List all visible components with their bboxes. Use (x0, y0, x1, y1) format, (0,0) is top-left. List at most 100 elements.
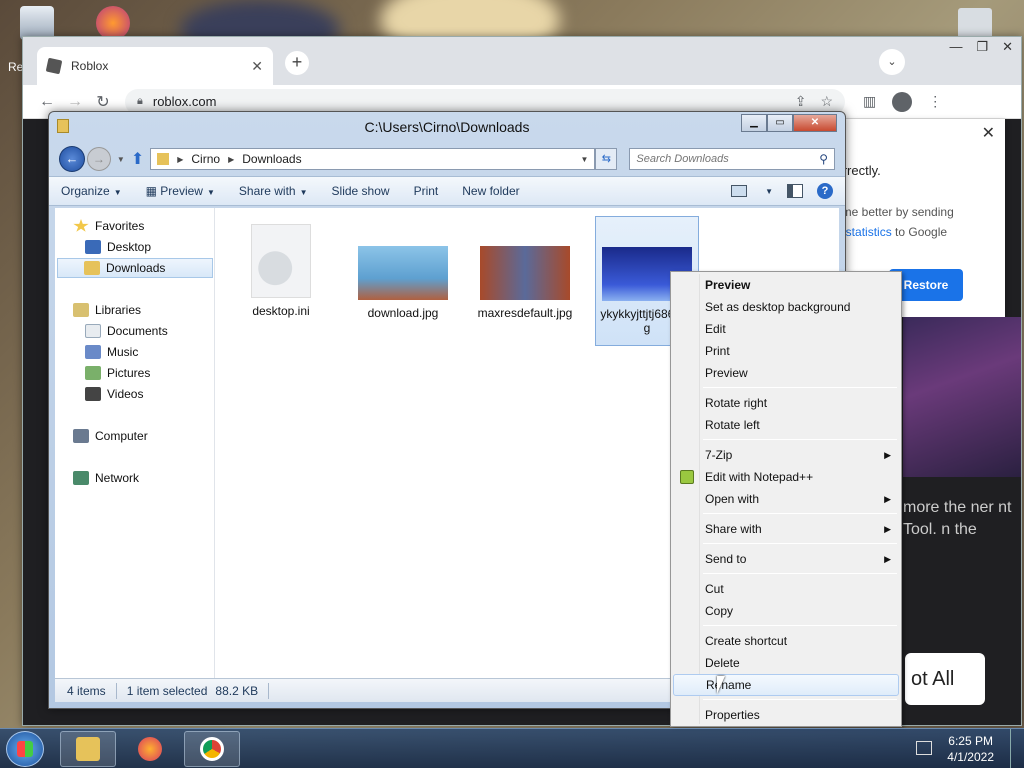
menu-item-preview-default[interactable]: Preview (673, 274, 899, 296)
context-menu: Preview Set as desktop background Edit P… (670, 271, 902, 727)
up-arrow-icon[interactable]: ⬆ (131, 149, 144, 169)
menu-item-create-shortcut[interactable]: Create shortcut (673, 630, 899, 652)
back-arrow-icon[interactable]: ← (33, 93, 61, 111)
file-item[interactable]: download.jpg (351, 216, 455, 320)
back-button[interactable]: ← (59, 146, 85, 172)
preview-pane-icon[interactable] (787, 184, 803, 198)
dialog-close-icon[interactable]: ✕ (982, 123, 995, 143)
lock-icon: 🔒︎ (137, 95, 143, 107)
caret-down-icon: ▼ (113, 188, 122, 197)
nav-label: Documents (107, 324, 168, 338)
taskbar-firefox[interactable] (122, 731, 178, 767)
chevron-right-icon[interactable]: ▶ (228, 155, 234, 164)
share-icon[interactable]: ⇪ (795, 93, 807, 110)
close-button[interactable]: ✕ (1002, 39, 1013, 55)
selected-size: 88.2 KB (215, 683, 259, 698)
search-field[interactable]: ⚲ (629, 148, 835, 170)
menu-item-rename[interactable]: Rename (673, 674, 899, 696)
menu-item-print[interactable]: Print (673, 340, 899, 362)
menu-item-set-background[interactable]: Set as desktop background (673, 296, 899, 318)
profile-avatar-icon[interactable] (892, 91, 913, 112)
preview-button[interactable]: ▦ Preview ▼ (146, 184, 215, 198)
nav-computer[interactable]: Computer (73, 426, 148, 446)
more-menu-icon[interactable]: ⋮ (928, 93, 942, 110)
clock[interactable]: 6:25 PM 4/1/2022 (947, 733, 994, 765)
menu-item-send-to[interactable]: Send to ▶ (673, 548, 899, 570)
submenu-arrow-icon: ▶ (884, 524, 891, 534)
view-dropdown-icon[interactable]: ▼ (765, 187, 773, 196)
nav-music[interactable]: Music (85, 342, 138, 362)
nav-desktop[interactable]: Desktop (85, 237, 151, 257)
explorer-maximize-button[interactable]: ▭ (767, 114, 793, 132)
menu-label: Open with (705, 492, 760, 506)
menu-item-preview[interactable]: Preview (673, 362, 899, 384)
network-tray-icon[interactable] (916, 741, 932, 755)
breadcrumb-folder-icon (157, 153, 170, 165)
nav-pictures[interactable]: Pictures (85, 363, 150, 383)
history-dropdown-icon[interactable]: ▼ (117, 155, 125, 164)
start-button[interactable] (6, 731, 44, 767)
folder-icon (57, 119, 69, 133)
explorer-close-button[interactable]: ✕ (793, 114, 837, 132)
image-thumbnail (358, 246, 448, 300)
breadcrumb-downloads[interactable]: Downloads (242, 152, 301, 166)
menu-item-properties[interactable]: Properties (673, 704, 899, 726)
taskbar-chrome[interactable] (184, 731, 240, 767)
tab-close-icon[interactable]: ✕ (251, 58, 263, 75)
maximize-button[interactable]: ❐ (976, 39, 988, 55)
side-panel-icon[interactable]: ▥ (863, 93, 876, 110)
search-input[interactable] (636, 153, 820, 165)
minimize-button[interactable]: — (949, 39, 962, 55)
notepadpp-icon (680, 470, 694, 484)
organize-button[interactable]: Organize ▼ (61, 184, 122, 198)
menu-item-edit[interactable]: Edit (673, 318, 899, 340)
address-dropdown-icon[interactable]: ▼ (580, 155, 588, 164)
nav-network[interactable]: Network (73, 468, 139, 488)
dialog-text-3: ge statistics to Google (829, 225, 947, 239)
bookmark-star-icon[interactable]: ☆ (820, 93, 833, 110)
print-button[interactable]: Print (414, 184, 439, 198)
slide-show-button[interactable]: Slide show (332, 184, 390, 198)
nav-videos[interactable]: Videos (85, 384, 143, 404)
explorer-title: C:\Users\Cirno\Downloads (364, 119, 530, 135)
forward-arrow-icon[interactable]: → (61, 93, 89, 111)
tab-search-button[interactable]: ⌄ (879, 49, 905, 75)
nav-label: Downloads (106, 261, 166, 275)
menu-item-share-with[interactable]: Share with ▶ (673, 518, 899, 540)
nav-label: Favorites (95, 219, 145, 233)
nav-libraries[interactable]: Libraries (73, 300, 141, 320)
change-view-icon[interactable] (731, 185, 748, 197)
nav-favorites[interactable]: Favorites (73, 216, 144, 236)
breadcrumb-cirno[interactable]: Cirno (191, 152, 220, 166)
menu-label: Edit with Notepad++ (705, 470, 814, 484)
help-icon[interactable]: ? (817, 183, 833, 199)
show-desktop-button[interactable] (1010, 729, 1024, 768)
forward-button[interactable]: → (86, 147, 111, 171)
menu-item-cut[interactable]: Cut (673, 578, 899, 600)
chevron-right-icon[interactable]: ▶ (177, 155, 183, 164)
recycle-bin-icon[interactable] (20, 6, 54, 40)
taskbar-explorer[interactable] (60, 731, 116, 767)
menu-item-rotate-left[interactable]: Rotate left (673, 414, 899, 436)
nav-documents[interactable]: Documents (85, 321, 168, 341)
menu-item-copy[interactable]: Copy (673, 600, 899, 622)
menu-item-delete[interactable]: Delete (673, 652, 899, 674)
nav-downloads[interactable]: Downloads (57, 258, 213, 278)
breadcrumb[interactable]: ▶ Cirno ▶ Downloads ▼ (150, 148, 596, 170)
menu-item-rotate-right[interactable]: Rotate right (673, 392, 899, 414)
share-with-button[interactable]: Share with ▼ (239, 184, 308, 198)
menu-item-open-with[interactable]: Open with ▶ (673, 488, 899, 510)
explorer-minimize-button[interactable]: ▁ (741, 114, 767, 132)
nav-label: Music (107, 345, 139, 359)
firefox-desktop-icon[interactable] (96, 6, 130, 40)
file-item[interactable]: desktop.ini (229, 216, 333, 318)
accept-all-button[interactable]: ot All (905, 653, 985, 705)
file-item[interactable]: maxresdefault.jpg (473, 216, 577, 320)
new-tab-button[interactable]: + (285, 51, 309, 75)
tab-roblox[interactable]: Roblox ✕ (37, 47, 273, 85)
menu-item-notepadpp[interactable]: Edit with Notepad++ (673, 466, 899, 488)
refresh-button[interactable]: ⇆ (595, 148, 618, 170)
menu-item-7zip[interactable]: 7-Zip ▶ (673, 444, 899, 466)
reload-icon[interactable]: ↻ (89, 92, 117, 112)
new-folder-button[interactable]: New folder (462, 184, 519, 198)
